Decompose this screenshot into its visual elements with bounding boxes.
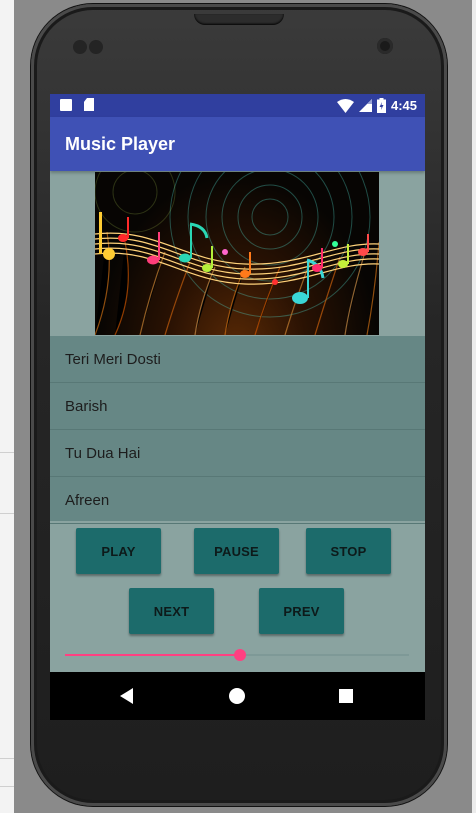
notification-square-icon [60,99,72,111]
pause-button[interactable]: PAUSE [194,528,279,574]
list-item[interactable]: Teri Meri Dosti [50,336,425,383]
back-icon[interactable] [120,688,133,704]
status-time: 4:45 [390,98,417,113]
song-list: Teri Meri Dosti Barish Tu Dua Hai Afreen [50,336,425,524]
next-button[interactable]: NEXT [129,588,214,634]
navigation-bar [50,672,425,720]
phone-sensor [89,40,103,54]
list-item[interactable]: Afreen [50,477,425,524]
phone-speaker [194,14,284,25]
app-bar: Music Player [50,117,425,171]
seekbar-thumb[interactable] [234,649,246,661]
recents-icon[interactable] [339,689,353,703]
album-art-image [95,172,379,335]
list-item[interactable]: Tu Dua Hai [50,430,425,477]
device-screen: 4:45 Music Player Teri Meri Dosti Barish… [50,94,425,720]
seekbar-progress [65,654,240,656]
phone-sensor [73,40,87,54]
wifi-icon [336,98,354,113]
sd-card-icon [84,98,94,111]
home-icon[interactable] [229,688,245,704]
list-item[interactable]: Barish [50,383,425,430]
prev-button[interactable]: PREV [259,588,344,634]
front-camera [377,38,393,54]
stop-button[interactable]: STOP [306,528,391,574]
cell-signal-icon [358,99,372,112]
app-title: Music Player [65,134,176,154]
battery-icon [376,98,386,113]
status-bar: 4:45 [50,94,425,117]
play-button[interactable]: PLAY [76,528,161,574]
desktop-background-right [472,0,476,813]
desktop-background-left [0,0,14,813]
